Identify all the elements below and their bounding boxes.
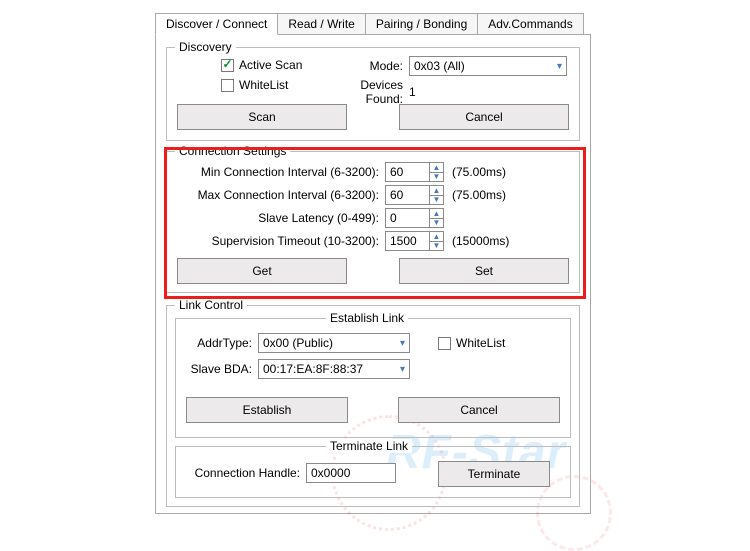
- establish-button[interactable]: Establish: [186, 397, 348, 423]
- connection-handle-label: Connection Handle:: [190, 466, 300, 480]
- terminate-button[interactable]: Terminate: [438, 461, 550, 487]
- supervision-timeout-hint: (15000ms): [452, 234, 509, 248]
- spin-down-icon[interactable]: ▼: [429, 218, 444, 229]
- discovery-legend: Discovery: [175, 40, 236, 54]
- addrtype-select[interactable]: 0x00 (Public) ▾: [258, 333, 410, 353]
- cancel-link-button[interactable]: Cancel: [398, 397, 560, 423]
- chevron-down-icon: ▾: [557, 61, 562, 72]
- chevron-down-icon: ▾: [400, 364, 405, 375]
- spin-down-icon[interactable]: ▼: [429, 195, 444, 206]
- tab-read-write[interactable]: Read / Write: [277, 13, 365, 35]
- discover-connect-panel: RF-Star Discovery Active Scan WhiteList …: [155, 34, 591, 514]
- slave-latency-spinner[interactable]: 0 ▲▼: [385, 208, 444, 228]
- min-conn-interval-value[interactable]: 60: [385, 162, 429, 182]
- link-control-group: Link Control Establish Link AddrType: 0x…: [166, 305, 580, 507]
- devices-found-value: 1: [409, 85, 416, 99]
- slave-bda-label: Slave BDA:: [186, 362, 252, 376]
- establish-link-legend: Establish Link: [326, 311, 408, 325]
- cancel-discovery-button[interactable]: Cancel: [399, 104, 569, 130]
- chevron-down-icon: ▾: [400, 338, 405, 349]
- spin-up-icon[interactable]: ▲: [429, 185, 444, 195]
- slave-bda-select[interactable]: 00:17:EA:8F:88:37 ▾: [258, 359, 410, 379]
- slave-bda-value: 00:17:EA:8F:88:37: [263, 362, 363, 376]
- active-scan-label: Active Scan: [239, 58, 302, 72]
- addrtype-value: 0x00 (Public): [263, 336, 333, 350]
- connection-settings-legend: Connection Settings: [175, 144, 290, 158]
- slave-latency-value[interactable]: 0: [385, 208, 429, 228]
- link-control-legend: Link Control: [175, 298, 247, 312]
- max-conn-interval-value[interactable]: 60: [385, 185, 429, 205]
- spin-down-icon[interactable]: ▼: [429, 241, 444, 252]
- min-conn-interval-hint: (75.00ms): [452, 165, 506, 179]
- establish-link-group: Establish Link AddrType: 0x00 (Public) ▾…: [175, 318, 571, 438]
- tab-pairing-bonding[interactable]: Pairing / Bonding: [365, 13, 478, 35]
- spin-down-icon[interactable]: ▼: [429, 172, 444, 183]
- whitelist-discovery-checkbox[interactable]: [221, 79, 234, 92]
- spin-up-icon[interactable]: ▲: [429, 162, 444, 172]
- tab-adv-commands[interactable]: Adv.Commands: [477, 13, 583, 35]
- scan-button[interactable]: Scan: [177, 104, 347, 130]
- max-conn-interval-hint: (75.00ms): [452, 188, 506, 202]
- slave-latency-label: Slave Latency (0-499):: [167, 211, 379, 225]
- devices-found-label: Devices Found:: [321, 78, 403, 106]
- terminate-link-legend: Terminate Link: [326, 439, 412, 453]
- active-scan-checkbox[interactable]: [221, 59, 234, 72]
- set-button[interactable]: Set: [399, 258, 569, 284]
- whitelist-discovery-label: WhiteList: [239, 78, 288, 92]
- min-conn-interval-spinner[interactable]: 60 ▲▼: [385, 162, 444, 182]
- supervision-timeout-label: Supervision Timeout (10-3200):: [167, 234, 379, 248]
- tab-discover-connect[interactable]: Discover / Connect: [155, 13, 278, 35]
- discovery-group: Discovery Active Scan WhiteList Mode: 0x…: [166, 47, 580, 141]
- terminate-link-group: Terminate Link Connection Handle: 0x0000…: [175, 446, 571, 498]
- max-conn-interval-label: Max Connection Interval (6-3200):: [167, 188, 379, 202]
- spin-up-icon[interactable]: ▲: [429, 231, 444, 241]
- addrtype-label: AddrType:: [186, 336, 252, 350]
- max-conn-interval-spinner[interactable]: 60 ▲▼: [385, 185, 444, 205]
- connection-settings-group: Connection Settings Min Connection Inter…: [166, 151, 580, 293]
- supervision-timeout-spinner[interactable]: 1500 ▲▼: [385, 231, 444, 251]
- connection-handle-input[interactable]: 0x0000: [306, 463, 396, 483]
- get-button[interactable]: Get: [177, 258, 347, 284]
- spin-up-icon[interactable]: ▲: [429, 208, 444, 218]
- whitelist-link-checkbox[interactable]: [438, 337, 451, 350]
- mode-select-value: 0x03 (All): [414, 59, 465, 73]
- min-conn-interval-label: Min Connection Interval (6-3200):: [167, 165, 379, 179]
- supervision-timeout-value[interactable]: 1500: [385, 231, 429, 251]
- whitelist-link-label: WhiteList: [456, 336, 505, 350]
- mode-label: Mode:: [363, 59, 403, 73]
- mode-select[interactable]: 0x03 (All) ▾: [409, 56, 567, 76]
